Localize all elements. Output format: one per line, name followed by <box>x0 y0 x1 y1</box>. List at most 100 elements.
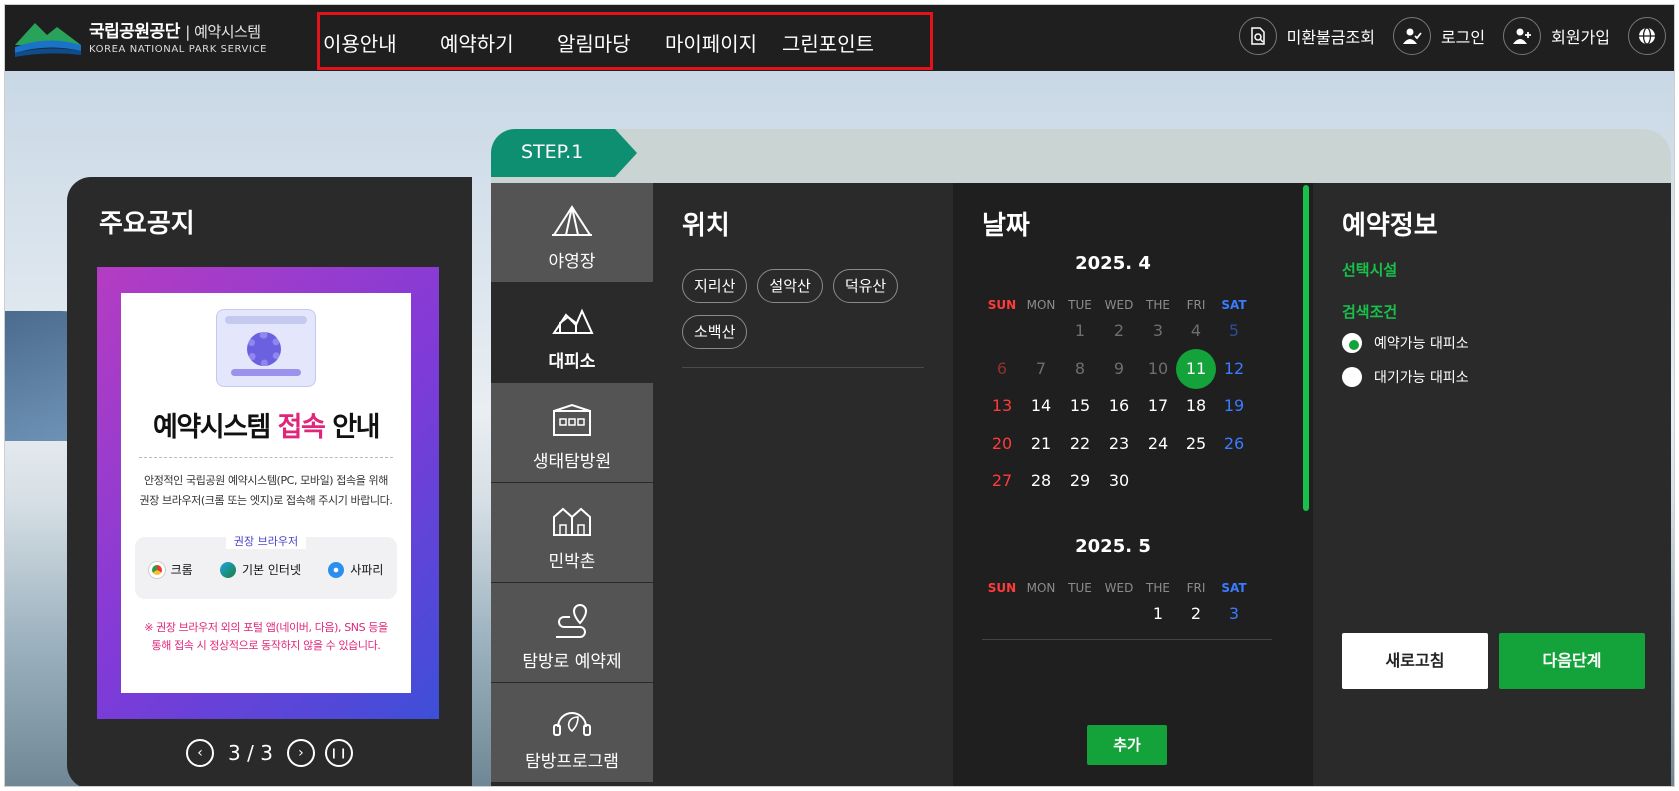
step-tab-bar <box>491 129 1671 185</box>
banner-warning-line1: ※ 권장 브라우저 외의 포털 앱(네이버, 다음), SNS 등을 <box>144 621 388 634</box>
calendar-day-number: 26 <box>1223 433 1245 453</box>
page-total: 3 <box>260 741 273 765</box>
signup-button[interactable]: 회원가입 <box>1503 17 1610 55</box>
mountain-logo-icon <box>15 23 81 57</box>
calendar-day[interactable]: 20 <box>981 426 1023 462</box>
calendar-day[interactable]: 16 <box>1098 388 1140 424</box>
search-condition-label: 검색조건 <box>1342 303 1398 321</box>
site-logo[interactable]: 국립공원공단 | 예약시스템 KOREA NATIONAL PARK SERVI… <box>13 15 267 57</box>
recommended-browsers: 권장 브라우저 크롬 기본 인터넷 사파리 <box>135 533 397 599</box>
calendar-day[interactable]: 25 <box>1175 426 1217 462</box>
calendar-day[interactable]: 24 <box>1137 426 1179 462</box>
houses-icon <box>553 507 591 536</box>
globe-icon <box>1628 17 1666 55</box>
calendar-day-number: 9 <box>1113 358 1125 378</box>
calendar-day-number: 20 <box>991 433 1013 453</box>
calendar-day[interactable]: 22 <box>1059 426 1101 462</box>
calendar-day-number: 29 <box>1069 471 1091 490</box>
browser-safari-label: 사파리 <box>350 563 384 577</box>
next-slide-button[interactable]: › <box>286 739 315 767</box>
calendar-day: 4 <box>1175 313 1217 349</box>
calendar-day-number: 8 <box>1074 358 1086 378</box>
category-shelter-label: 대피소 <box>548 352 596 372</box>
banner-headline-part2: 안내 <box>332 412 380 443</box>
calendar-day[interactable]: 3 <box>1213 596 1255 632</box>
reservation-title: 예약정보 <box>1342 211 1438 241</box>
calendar-scrollbar[interactable] <box>1303 185 1309 511</box>
chrome-icon <box>148 561 165 578</box>
nav-item-mypage[interactable]: 마이페이지 <box>665 28 757 57</box>
reservation-info-section: 예약정보 선택시설 검색조건 예약가능 대피소 대기가능 대피소 새로고침 다음… <box>1313 183 1671 786</box>
nav-item-guide[interactable]: 이용안내 <box>323 28 397 57</box>
logo-title: 국립공원공단 | 예약시스템 <box>89 22 261 42</box>
calendar-day[interactable]: 12 <box>1213 351 1255 387</box>
calendar-day[interactable]: 13 <box>981 388 1023 424</box>
nav-item-reserve[interactable]: 예약하기 <box>440 28 514 57</box>
refund-inquiry-button[interactable]: 미환불금조회 <box>1238 17 1375 55</box>
trail-pin-icon <box>556 603 588 638</box>
calendar-day[interactable]: 2 <box>1175 596 1217 632</box>
calendar-day-selected[interactable]: 11 <box>1175 348 1217 389</box>
pause-icon: ❙❙ <box>329 747 349 759</box>
banner-headline: 예약시스템 접속 안내 <box>121 405 411 444</box>
category-campsite[interactable]: 야영장 <box>491 183 653 283</box>
browser-chrome-label: 크롬 <box>170 563 193 577</box>
page-indicator: 3 / 3 <box>228 741 273 765</box>
calendar-day[interactable]: 14 <box>1020 388 1062 424</box>
calendar-day[interactable]: 17 <box>1137 388 1179 424</box>
location-chip-seoraksan[interactable]: 설악산 <box>757 269 823 303</box>
weekday-header: TUE <box>1068 298 1092 312</box>
browser-safari: 사파리 <box>328 561 383 578</box>
refund-inquiry-label: 미환불금조회 <box>1286 28 1375 47</box>
calendar-day[interactable]: 19 <box>1213 388 1255 424</box>
location-chip-jirisan[interactable]: 지리산 <box>682 269 748 303</box>
next-step-button[interactable]: 다음단계 <box>1499 633 1645 689</box>
calendar-day[interactable]: 29 <box>1059 463 1101 499</box>
facility-category-nav: 야영장 대피소 생태탐방원 민박촌 탐방로 예약제 탐방프로그램 <box>491 183 653 786</box>
banner-warning: ※ 권장 브라우저 외의 포털 앱(네이버, 다음), SNS 등을 통해 접속… <box>131 619 401 655</box>
calendar-day[interactable]: 30 <box>1098 463 1140 499</box>
location-section: 위치 지리산 설악산 덕유산 소백산 <box>653 183 953 786</box>
weekday-header: MON <box>1026 298 1056 312</box>
calendar-day[interactable]: 28 <box>1020 463 1062 499</box>
calendar-day-number: 13 <box>991 396 1013 415</box>
nav-item-greenpoint[interactable]: 그린포인트 <box>782 28 874 57</box>
category-eco-center[interactable]: 생태탐방원 <box>491 383 653 483</box>
calendar-day-number: 18 <box>1185 396 1207 415</box>
language-button[interactable] <box>1628 17 1666 55</box>
category-minbak[interactable]: 민박촌 <box>491 483 653 583</box>
add-date-button[interactable]: 추가 <box>1087 725 1167 765</box>
calendar-day-number: 12 <box>1223 358 1245 378</box>
calendar-day[interactable]: 27 <box>981 463 1023 499</box>
calendar-day[interactable]: 15 <box>1059 388 1101 424</box>
radio-waitlist-shelter[interactable]: 대기가능 대피소 <box>1342 367 1469 387</box>
radio-available-shelter[interactable]: 예약가능 대피소 <box>1342 333 1469 353</box>
category-shelter[interactable]: 대피소 <box>491 283 653 383</box>
weekday-header: SUN <box>987 298 1017 312</box>
calendar-day-number: 22 <box>1069 433 1091 453</box>
weekday-header: FRI <box>1186 298 1206 312</box>
notice-banner[interactable]: 예약시스템 접속 안내 안정적인 국립공원 예약시스템(PC, 모바일) 접속을… <box>97 267 439 719</box>
refresh-button[interactable]: 새로고침 <box>1342 633 1488 689</box>
login-button[interactable]: 로그인 <box>1392 17 1485 55</box>
calendar-day[interactable]: 26 <box>1213 426 1255 462</box>
calendar-day[interactable]: 21 <box>1020 426 1062 462</box>
calendar-month-title: 2025. 4 <box>1075 253 1151 274</box>
category-program[interactable]: 탐방프로그램 <box>491 683 653 783</box>
calendar-day-number: 10 <box>1147 358 1169 378</box>
location-chip-sobaeksan[interactable]: 소백산 <box>682 315 748 349</box>
prev-slide-button[interactable]: ‹ <box>186 739 215 767</box>
browser-edge: 기본 인터넷 <box>219 561 301 578</box>
nav-item-notice[interactable]: 알림마당 <box>557 28 631 57</box>
location-chip-deogyusan[interactable]: 덕유산 <box>832 269 899 303</box>
calendar-day[interactable]: 18 <box>1175 388 1217 424</box>
calendar-day-number: 19 <box>1223 396 1245 415</box>
calendar-day[interactable]: 1 <box>1137 596 1179 632</box>
calendar-day[interactable]: 23 <box>1098 426 1140 462</box>
pause-slide-button[interactable]: ❙❙ <box>324 739 353 767</box>
calendar-day: 2 <box>1098 313 1140 349</box>
calendar-day: 9 <box>1098 351 1140 387</box>
category-trail-reservation[interactable]: 탐방로 예약제 <box>491 583 653 683</box>
banner-headline-highlight: 접속 <box>277 412 326 443</box>
location-divider <box>682 367 924 368</box>
